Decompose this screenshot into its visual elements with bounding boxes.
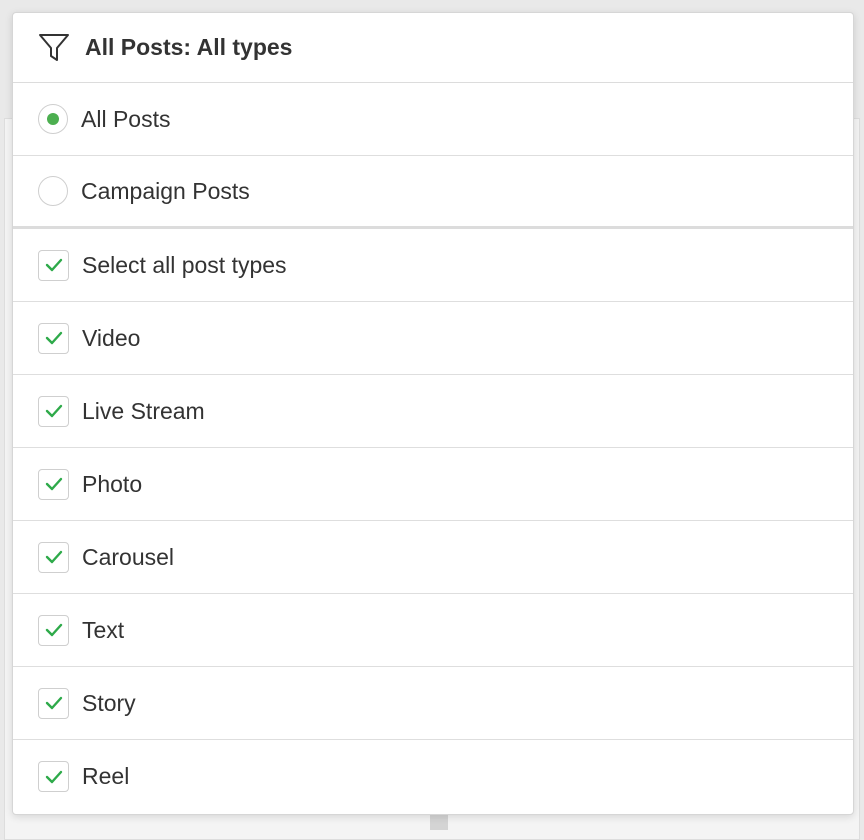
checkmark-icon — [45, 404, 62, 418]
checkmark-icon — [45, 623, 62, 637]
checkbox[interactable] — [38, 468, 69, 500]
checkmark-icon — [45, 696, 62, 710]
checkbox[interactable] — [38, 761, 69, 792]
checkbox-select-all-post-types[interactable]: Select all post types — [13, 229, 853, 302]
radio-button[interactable] — [38, 104, 68, 134]
radio-label: Campaign Posts — [81, 177, 250, 204]
checkbox[interactable] — [38, 322, 69, 354]
checkmark-icon — [45, 258, 62, 272]
checkbox-label: Video — [82, 324, 141, 351]
radio-selected-dot — [47, 113, 59, 125]
checkmark-icon — [45, 477, 62, 491]
checkbox-post-type-text[interactable]: Text — [13, 594, 853, 667]
checkbox-label: Story — [82, 689, 136, 716]
checkbox-post-type-photo[interactable]: Photo — [13, 448, 853, 521]
radio-option-campaign-posts[interactable]: Campaign Posts — [13, 156, 853, 229]
checkbox-post-type-reel[interactable]: Reel — [13, 740, 853, 813]
dropdown-header[interactable]: All Posts: All types — [13, 13, 853, 83]
checkbox[interactable] — [38, 687, 69, 719]
radio-label: All Posts — [81, 105, 171, 132]
checkbox-label: Carousel — [82, 543, 175, 570]
checkmark-icon — [45, 331, 62, 345]
checkbox-label: Text — [82, 616, 125, 643]
checkbox-label: Select all post types — [82, 251, 287, 278]
radio-button[interactable] — [38, 176, 68, 206]
filter-icon — [38, 31, 72, 65]
checkbox[interactable] — [38, 614, 69, 646]
checkbox-post-type-carousel[interactable]: Carousel — [13, 521, 853, 594]
checkmark-icon — [45, 550, 62, 564]
checkbox-label: Live Stream — [82, 397, 205, 424]
checkmark-icon — [45, 770, 62, 783]
checkbox-post-type-live-stream[interactable]: Live Stream — [13, 375, 853, 448]
checkbox[interactable] — [38, 249, 69, 281]
checkbox[interactable] — [38, 395, 69, 427]
radio-option-all-posts[interactable]: All Posts — [13, 83, 853, 156]
dropdown-title: All Posts: All types — [85, 34, 293, 60]
checkbox-label: Reel — [82, 763, 130, 789]
checkbox[interactable] — [38, 541, 69, 573]
checkbox-post-type-video[interactable]: Video — [13, 302, 853, 375]
checkbox-label: Photo — [82, 470, 143, 497]
checkbox-post-type-story[interactable]: Story — [13, 667, 853, 740]
post-filter-dropdown: All Posts: All types All Posts Campaign … — [12, 12, 854, 815]
